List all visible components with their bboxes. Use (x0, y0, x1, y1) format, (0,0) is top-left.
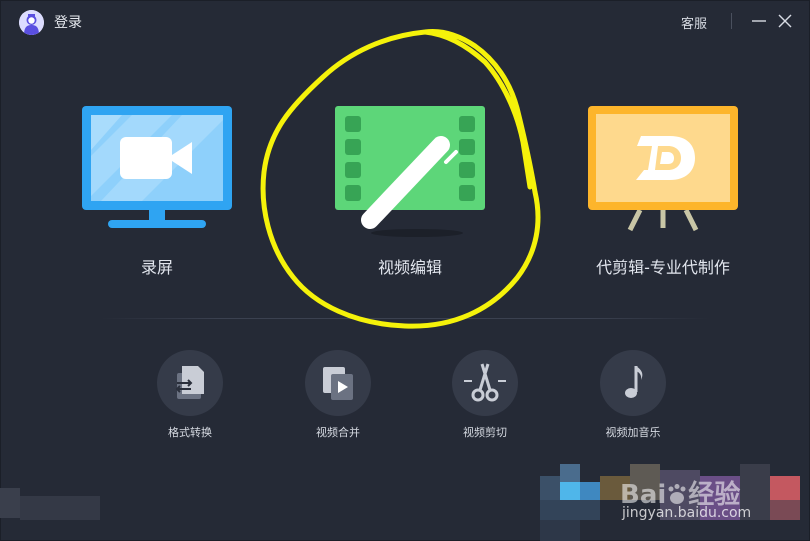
video-edit-icon (335, 106, 485, 237)
blurred-area (660, 470, 700, 520)
screen-record-icon (82, 106, 232, 228)
blurred-area (20, 496, 100, 520)
screen-record-button[interactable]: 录屏 (72, 100, 242, 280)
blurred-area (600, 476, 630, 500)
add-music-label: 视频加音乐 (605, 426, 661, 439)
video-merge-button[interactable]: 视频合并 (288, 350, 388, 440)
video-cut-button[interactable]: 视频剪切 (435, 350, 535, 440)
proxy-edit-icon (588, 106, 738, 232)
login-link[interactable]: 登录 (54, 12, 82, 32)
format-convert-button[interactable]: 格式转换 (140, 350, 240, 440)
video-edit-button[interactable]: 视频编辑 (325, 100, 495, 280)
blurred-area (560, 464, 580, 482)
blurred-area (770, 476, 800, 500)
proxy-edit-label: 代剪辑-专业代制作 (596, 258, 730, 277)
title-bar: 登录 客服 (0, 0, 810, 44)
titlebar-separator (731, 13, 732, 29)
video-cut-label: 视频剪切 (463, 426, 507, 439)
blurred-area (700, 476, 740, 520)
video-edit-label: 视频编辑 (377, 258, 442, 277)
format-convert-label: 格式转换 (168, 426, 212, 439)
video-merge-icon (305, 350, 371, 416)
blurred-area (0, 488, 20, 518)
music-note-icon (600, 350, 666, 416)
blurred-area (630, 464, 660, 500)
scissors-icon (452, 350, 518, 416)
section-divider (100, 318, 710, 319)
blurred-area (740, 464, 770, 520)
blurred-area (560, 482, 580, 500)
video-merge-label: 视频合并 (316, 426, 360, 439)
close-icon[interactable] (776, 12, 794, 30)
blurred-area (770, 500, 800, 520)
add-music-button[interactable]: 视频加音乐 (583, 350, 683, 440)
blurred-area (540, 476, 560, 500)
screen-record-label: 录屏 (140, 258, 173, 277)
format-convert-icon (157, 350, 223, 416)
proxy-edit-button[interactable]: 代剪辑-专业代制作 (578, 100, 748, 280)
blurred-area (540, 520, 580, 541)
customer-service-link[interactable]: 客服 (681, 13, 707, 32)
avatar-icon[interactable] (19, 10, 44, 35)
blurred-area (540, 500, 600, 520)
blurred-area (580, 482, 600, 500)
minimize-icon[interactable] (750, 12, 768, 30)
